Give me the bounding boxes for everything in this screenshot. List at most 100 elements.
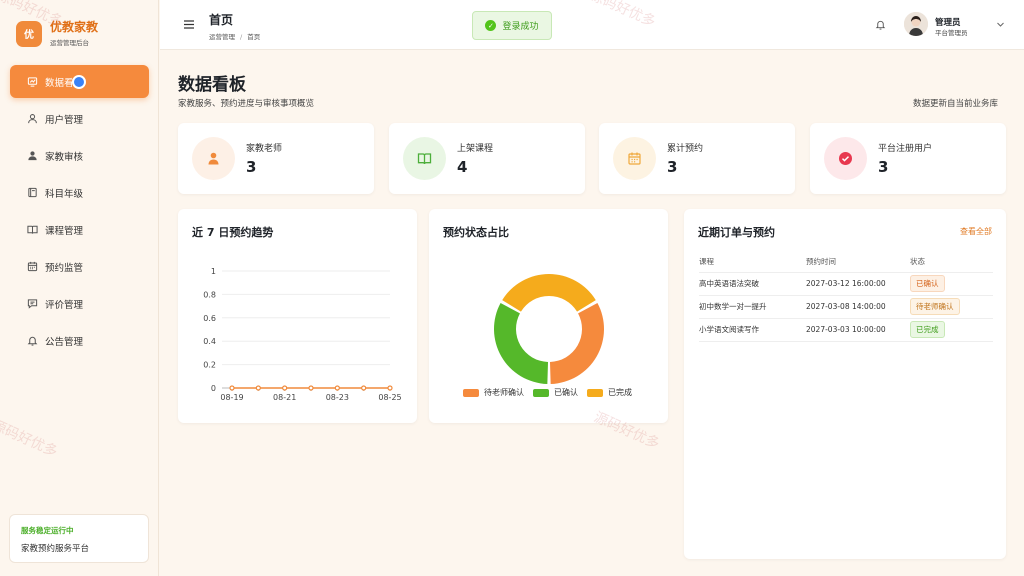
- bell-icon: [27, 335, 38, 346]
- sidebar-item-tutor-review[interactable]: 家教审核: [10, 139, 149, 172]
- trend-line-chart: 0 0.2 0.4 0.6 0.8 1 08-19 08-21 08-23 08-25: [203, 267, 401, 402]
- brand-subtitle: 运营管理后台: [50, 39, 89, 47]
- sidebar-item-label: 用户管理: [45, 114, 84, 126]
- course-cell: 高中英语语法突破: [699, 272, 806, 296]
- table-header-row: 课程 预约时间 状态: [699, 251, 993, 273]
- stat-label: 上架课程: [457, 144, 494, 154]
- stat-value: 3: [667, 158, 678, 176]
- book-open-icon: [403, 137, 446, 180]
- sidebar-item-subjects[interactable]: 科目年级: [10, 176, 149, 209]
- service-status-title: 服务稳定运行中: [21, 526, 74, 535]
- y-tick-label: 0: [211, 384, 216, 393]
- pie-slice[interactable]: [549, 302, 604, 384]
- legend-swatch: [587, 388, 603, 397]
- y-tick-label: 1: [211, 267, 216, 276]
- sidebar-item-courses[interactable]: 课程管理: [10, 213, 149, 246]
- x-tick-label: 08-23: [326, 393, 349, 402]
- column-header: 课程: [699, 251, 806, 273]
- sidebar-item-label: 科目年级: [45, 188, 84, 200]
- stat-label: 家教老师: [246, 144, 283, 154]
- sidebar-item-label: 预约监管: [45, 262, 84, 274]
- trend-chart-card: 近 7 日预约趋势 0 0.2 0.4 0.6 0.8 1 08-19 08-21 08-23 0…: [178, 209, 417, 423]
- table-row[interactable]: 小学语文阅读写作 2027-03-03 10:00:00 已完成: [699, 318, 993, 342]
- breadcrumb: 运营管理 / 首页: [209, 33, 261, 41]
- table-row[interactable]: 高中英语语法突破 2027-03-12 16:00:00 已确认: [699, 272, 993, 296]
- chevron-down-icon[interactable]: [996, 20, 1005, 29]
- status-badge: 已确认: [910, 275, 945, 292]
- sidebar-item-bookings[interactable]: 预约监管: [10, 250, 149, 283]
- orders-title: 近期订单与预约: [698, 226, 775, 239]
- column-header: 预约时间: [806, 251, 910, 273]
- sidebar-item-reviews[interactable]: 评价管理: [10, 287, 149, 320]
- status-badge: 已完成: [910, 321, 945, 338]
- y-tick-label: 0.6: [203, 314, 216, 323]
- brand-name: 优教家教: [50, 20, 99, 34]
- sidebar-item-users[interactable]: 用户管理: [10, 102, 149, 135]
- user-check-icon: [27, 150, 38, 161]
- chart-legend: 待老师确认 已确认 已完成: [463, 387, 641, 398]
- stat-card-bookings[interactable]: 累计预约 3: [599, 123, 795, 194]
- sidebar-item-label: 评价管理: [45, 299, 84, 311]
- time-cell: 2027-03-12 16:00:00: [806, 272, 910, 296]
- view-all-link[interactable]: 查看全部: [960, 226, 992, 237]
- sidebar: 优 优教家教 运营管理后台 数据看板 用户管理 家教审核 科目年级 课程管理 预…: [0, 0, 159, 576]
- person-icon: [192, 137, 235, 180]
- x-tick-label: 08-19: [220, 393, 243, 402]
- data-point[interactable]: [255, 385, 261, 391]
- legend-swatch: [463, 388, 479, 397]
- x-tick-label: 08-21: [273, 393, 296, 402]
- data-point[interactable]: [387, 385, 393, 391]
- calendar-icon: [27, 261, 38, 272]
- orders-table: 课程 预约时间 状态 高中英语语法突破 2027-03-12 16:00:00 …: [699, 251, 993, 342]
- brand[interactable]: 优 优教家教 运营管理后台: [16, 20, 98, 47]
- data-point[interactable]: [308, 385, 314, 391]
- time-cell: 2027-03-03 10:00:00: [806, 318, 910, 342]
- service-status-desc: 家教预约服务平台: [21, 544, 90, 554]
- data-point[interactable]: [229, 385, 235, 391]
- status-pie-card: 预约状态占比 待老师确认 已确认 已完成: [429, 209, 668, 423]
- page-title: 首页: [209, 13, 234, 27]
- brand-logo: 优: [16, 20, 42, 47]
- sidebar-item-announcements[interactable]: 公告管理: [10, 324, 149, 357]
- legend-item[interactable]: 已完成: [587, 387, 632, 398]
- sidebar-item-label: 公告管理: [45, 336, 84, 348]
- menu-icon[interactable]: [184, 20, 194, 29]
- status-donut-chart: [494, 274, 604, 384]
- data-point[interactable]: [361, 385, 367, 391]
- stat-label: 平台注册用户: [878, 144, 933, 154]
- legend-item[interactable]: 已确认: [533, 387, 578, 398]
- stat-label: 累计预约: [667, 144, 704, 154]
- user-icon: [27, 113, 38, 124]
- status-badge: 待老师确认: [910, 298, 960, 315]
- avatar[interactable]: [904, 12, 928, 36]
- sidebar-item-dashboard[interactable]: 数据看板: [10, 65, 149, 98]
- open-book-icon: [27, 224, 38, 235]
- main-subtitle: 家教服务、预约进度与审核事项概览: [178, 99, 315, 109]
- user-role: 平台管理员: [935, 29, 968, 37]
- sidebar-item-label: 家教审核: [45, 151, 84, 163]
- course-cell: 初中数学一对一提升: [699, 295, 806, 319]
- breadcrumb-item[interactable]: 运营管理: [209, 33, 235, 41]
- stat-card-tutors[interactable]: 家教老师 3: [178, 123, 374, 194]
- table-row[interactable]: 初中数学一对一提升 2027-03-08 14:00:00 待老师确认: [699, 295, 993, 319]
- service-status-card: 服务稳定运行中 家教预约服务平台: [9, 514, 149, 563]
- y-tick-label: 0.8: [203, 290, 216, 299]
- pie-slice[interactable]: [494, 302, 549, 384]
- main-title: 数据看板: [178, 75, 246, 95]
- stat-value: 4: [457, 158, 468, 176]
- x-tick-label: 08-25: [378, 393, 401, 402]
- data-source-note: 数据更新自当前业务库: [913, 99, 999, 109]
- pie-slice[interactable]: [502, 274, 596, 312]
- stat-card-users[interactable]: 平台注册用户 3: [810, 123, 1006, 194]
- legend-label: 已完成: [608, 388, 632, 397]
- data-point[interactable]: [334, 385, 340, 391]
- data-point[interactable]: [282, 385, 288, 391]
- stat-card-courses[interactable]: 上架课程 4: [389, 123, 585, 194]
- legend-swatch: [533, 388, 549, 397]
- top-header: 首页 运营管理 / 首页 ✓ 登录成功 管理员 平台管理员: [160, 0, 1024, 50]
- notification-bell-icon[interactable]: [875, 19, 886, 30]
- legend-item[interactable]: 待老师确认: [463, 387, 524, 398]
- toast-text: 登录成功: [502, 22, 539, 32]
- dashboard-icon: [27, 76, 38, 87]
- calendar-icon: [613, 137, 656, 180]
